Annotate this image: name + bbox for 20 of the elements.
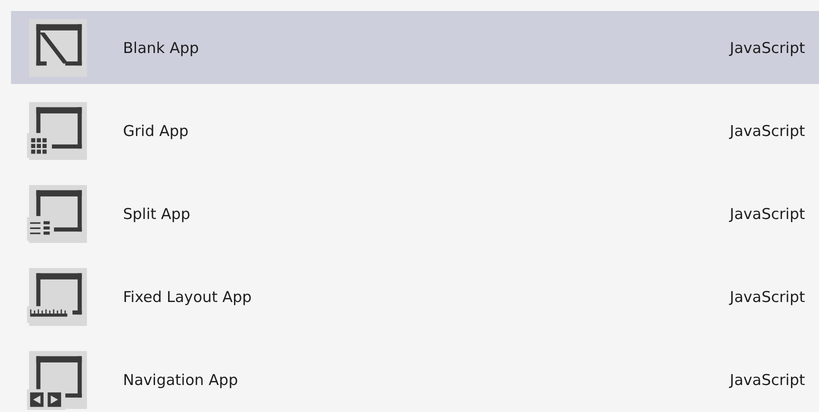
template-item[interactable]: Grid App JavaScript <box>11 94 819 167</box>
window-arrows-icon <box>27 348 89 410</box>
template-language: JavaScript <box>730 204 805 222</box>
template-name: Grid App <box>123 122 190 140</box>
window-ruler-icon <box>27 266 89 328</box>
template-name: Split App <box>123 204 192 222</box>
template-item[interactable]: Navigation App JavaScript <box>11 343 819 412</box>
template-name: Fixed Layout App <box>123 288 253 306</box>
template-language: JavaScript <box>730 370 805 388</box>
template-item[interactable]: Fixed Layout App JavaScript <box>11 260 819 333</box>
template-name: Blank App <box>123 38 200 56</box>
window-list-icon <box>27 182 89 244</box>
template-language: JavaScript <box>730 38 805 56</box>
blank-window-icon <box>27 16 89 78</box>
window-grid-icon <box>27 100 89 162</box>
template-item[interactable]: Blank App JavaScript <box>11 11 819 84</box>
template-language: JavaScript <box>730 288 805 306</box>
template-item[interactable]: Split App JavaScript <box>11 177 819 250</box>
template-language: JavaScript <box>730 122 805 140</box>
template-name: Navigation App <box>123 370 239 388</box>
